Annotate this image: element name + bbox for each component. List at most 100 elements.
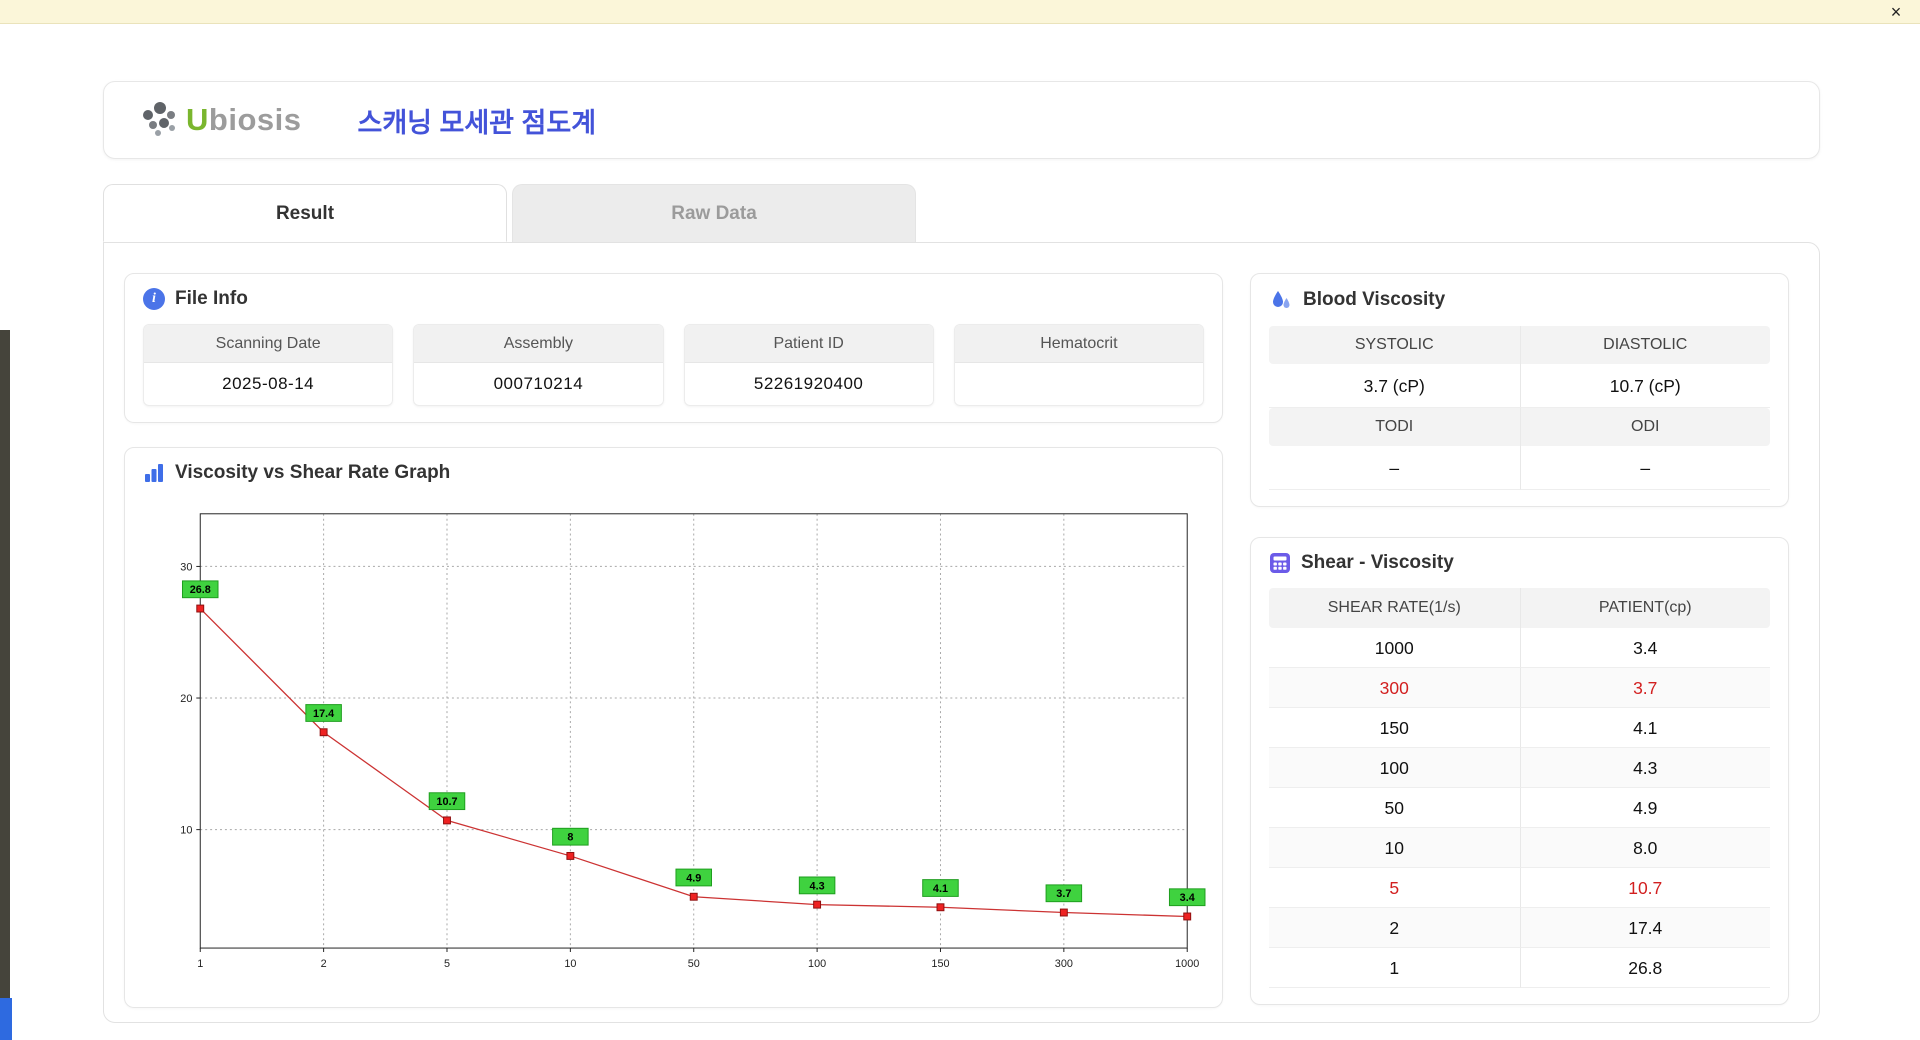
- sv-patient: 3.4: [1519, 628, 1770, 668]
- file-info-title: File Info: [175, 288, 248, 309]
- svg-text:10: 10: [564, 958, 576, 970]
- logo-text: Ubiosis: [186, 102, 302, 137]
- tab-raw-data[interactable]: Raw Data: [512, 184, 916, 242]
- shear-viscosity-title: Shear - Viscosity: [1301, 552, 1454, 573]
- sv-col-shear: SHEAR RATE(1/s): [1327, 599, 1461, 616]
- shear-viscosity-table: SHEAR RATE(1/s) PATIENT(cp) 1000 3.4 300…: [1269, 588, 1770, 988]
- shear-row: 1 26.8: [1269, 948, 1770, 988]
- bv-label: ODI: [1519, 408, 1771, 446]
- sv-shear: 100: [1269, 748, 1520, 788]
- field-value: 52261920400: [753, 374, 864, 393]
- bv-value: –: [1269, 446, 1520, 490]
- svg-text:10: 10: [180, 825, 192, 837]
- field-value: [955, 363, 1203, 405]
- viscosity-chart: 1 2 5 10 50 100 150 300 1000 10 20 30 26.8 17.4 10.7 8 4…: [143, 498, 1206, 991]
- droplet-icon: [1269, 288, 1293, 312]
- svg-text:300: 300: [1055, 958, 1073, 970]
- field-label: Patient ID: [684, 325, 933, 363]
- sv-patient: 4.3: [1519, 748, 1770, 788]
- svg-text:4.3: 4.3: [810, 880, 825, 892]
- graph-header: Viscosity vs Shear Rate Graph: [143, 462, 1204, 484]
- bv-label-row: TODI ODI: [1269, 408, 1770, 446]
- field-scanning-date: Scanning Date 2025-08-14: [143, 324, 394, 406]
- shear-row: 2 17.4: [1269, 908, 1770, 948]
- shear-row: 1000 3.4: [1269, 628, 1770, 668]
- svg-text:26.8: 26.8: [190, 584, 211, 596]
- field-label: Hematocrit: [954, 325, 1203, 363]
- app-header: Ubiosis 스캐닝 모세관 점도계: [103, 81, 1820, 159]
- bv-label: DIASTOLIC: [1519, 326, 1771, 364]
- blood-viscosity-table: SYSTOLIC DIASTOLIC 3.7 (cP) 10.7 (cP) TO…: [1269, 326, 1770, 490]
- svg-text:30: 30: [180, 561, 192, 573]
- svg-text:17.4: 17.4: [313, 708, 334, 720]
- logo-dots-icon: [138, 99, 182, 141]
- shear-row: 100 4.3: [1269, 748, 1770, 788]
- shear-row: 300 3.7: [1269, 668, 1770, 708]
- app-window: Ubiosis 스캐닝 모세관 점도계 Result Raw Data i Fi…: [10, 24, 1920, 1040]
- sv-patient: 4.9: [1519, 788, 1770, 828]
- field-value: 2025-08-14: [222, 374, 315, 393]
- right-column: Blood Viscosity SYSTOLIC DIASTOLIC 3.7 (…: [1250, 273, 1789, 1008]
- shear-row: 5 10.7: [1269, 868, 1770, 908]
- shear-viscosity-card: Shear - Viscosity SHEAR RATE(1/s) PATIEN…: [1250, 537, 1789, 1005]
- field-label: Assembly: [414, 325, 663, 363]
- shear-row: 150 4.1: [1269, 708, 1770, 748]
- file-info-card: i File Info Scanning Date 2025-08-14 Ass…: [124, 273, 1223, 423]
- sv-shear: 2: [1269, 908, 1520, 948]
- bv-value-row: – –: [1269, 446, 1770, 490]
- field-assembly: Assembly 000710214: [413, 324, 664, 406]
- svg-text:8: 8: [567, 832, 573, 844]
- svg-text:1000: 1000: [1175, 958, 1199, 970]
- field-patient-id: Patient ID 52261920400: [683, 324, 934, 406]
- bv-label: SYSTOLIC: [1354, 336, 1434, 353]
- svg-text:4.9: 4.9: [686, 872, 701, 884]
- svg-text:1: 1: [197, 958, 203, 970]
- field-hematocrit: Hematocrit: [953, 324, 1204, 406]
- sv-header-row: SHEAR RATE(1/s) PATIENT(cp): [1269, 588, 1770, 628]
- bv-value-row: 3.7 (cP) 10.7 (cP): [1269, 364, 1770, 408]
- svg-text:4.1: 4.1: [933, 883, 948, 895]
- left-column: i File Info Scanning Date 2025-08-14 Ass…: [124, 273, 1223, 1009]
- sv-shear: 50: [1269, 788, 1520, 828]
- close-button[interactable]: ×: [1884, 0, 1908, 24]
- sv-patient: 10.7: [1519, 868, 1770, 908]
- svg-text:10.7: 10.7: [436, 796, 457, 808]
- content-panel: i File Info Scanning Date 2025-08-14 Ass…: [103, 242, 1820, 1024]
- graph-title: Viscosity vs Shear Rate Graph: [175, 462, 451, 483]
- blood-viscosity-header: Blood Viscosity: [1269, 288, 1770, 312]
- page-title: 스캐닝 모세관 점도계: [357, 107, 597, 138]
- bv-label: TODI: [1375, 418, 1414, 435]
- file-info-fields: Scanning Date 2025-08-14 Assembly 000710…: [143, 324, 1204, 406]
- viscosity-chart-svg: 1 2 5 10 50 100 150 300 1000 10 20 30 26.8 17.4 10.7 8 4…: [180, 513, 1206, 970]
- bv-value: 10.7 (cP): [1519, 364, 1770, 408]
- svg-text:5: 5: [444, 958, 450, 970]
- sv-patient: 8.0: [1519, 828, 1770, 868]
- sv-shear: 10: [1269, 828, 1520, 868]
- graph-card: Viscosity vs Shear Rate Graph 1 2 5 10 50 100…: [124, 447, 1223, 1009]
- blood-viscosity-card: Blood Viscosity SYSTOLIC DIASTOLIC 3.7 (…: [1250, 273, 1789, 507]
- info-icon: i: [143, 288, 165, 310]
- tab-bar: Result Raw Data: [103, 184, 1820, 242]
- svg-text:100: 100: [808, 958, 826, 970]
- desktop-edge-strip: [0, 330, 10, 998]
- bar-chart-icon: [143, 462, 165, 484]
- svg-text:50: 50: [688, 958, 700, 970]
- sv-shear: 150: [1269, 708, 1520, 748]
- sv-shear: 5: [1269, 868, 1520, 908]
- svg-text:2: 2: [321, 958, 327, 970]
- sv-patient: 4.1: [1519, 708, 1770, 748]
- svg-text:150: 150: [931, 958, 949, 970]
- svg-text:3.4: 3.4: [1180, 892, 1195, 904]
- field-value: 000710214: [493, 374, 584, 393]
- bv-value: 3.7 (cP): [1269, 364, 1520, 408]
- shear-row: 10 8.0: [1269, 828, 1770, 868]
- sv-patient: 3.7: [1519, 668, 1770, 708]
- sv-shear: 1000: [1269, 628, 1520, 668]
- sv-col-patient: PATIENT(cp): [1519, 588, 1771, 628]
- shear-row: 50 4.9: [1269, 788, 1770, 828]
- taskbar-fragment: [0, 998, 12, 1040]
- ubiosis-logo: Ubiosis: [138, 99, 301, 141]
- sv-shear: 1: [1269, 948, 1520, 988]
- tab-result[interactable]: Result: [103, 184, 507, 242]
- sv-patient: 26.8: [1519, 948, 1770, 988]
